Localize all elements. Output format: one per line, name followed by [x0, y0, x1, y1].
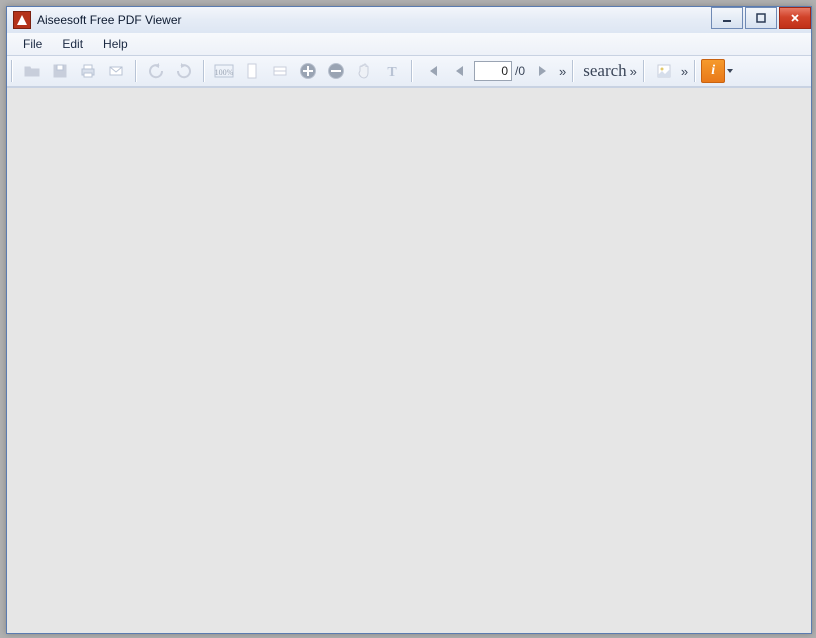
save-button[interactable]: [47, 58, 73, 84]
document-viewport: [7, 87, 811, 633]
window-controls: [709, 7, 811, 27]
window-title: Aiseesoft Free PDF Viewer: [37, 13, 182, 27]
minus-circle-icon: [326, 61, 346, 81]
actual-size-button[interactable]: 100%: [211, 58, 237, 84]
hand-icon: [355, 62, 373, 80]
search-overflow[interactable]: »: [627, 64, 638, 79]
rotate-left-icon: [147, 62, 165, 80]
page-total-label: /0: [512, 64, 528, 78]
separator: [694, 60, 696, 82]
zoom-out-button[interactable]: [323, 58, 349, 84]
separator: [643, 60, 645, 82]
separator: [203, 60, 205, 82]
info-icon: i: [711, 63, 715, 79]
svg-text:T: T: [387, 65, 397, 80]
toolbar-grip: [11, 60, 13, 82]
titlebar: Aiseesoft Free PDF Viewer: [7, 7, 811, 33]
arrow-right-icon: [533, 62, 551, 80]
separator: [572, 60, 574, 82]
floppy-icon: [51, 62, 69, 80]
arrow-left-icon: [451, 62, 469, 80]
menu-edit[interactable]: Edit: [52, 34, 93, 54]
group-file: [15, 58, 133, 84]
nav-overflow[interactable]: »: [556, 64, 567, 79]
menu-file[interactable]: File: [13, 34, 52, 54]
group-about: i: [698, 59, 738, 83]
snapshot-overflow[interactable]: »: [678, 64, 689, 79]
search-label[interactable]: search: [579, 61, 626, 81]
group-search: search »: [576, 61, 641, 81]
fit-page-button[interactable]: [239, 58, 265, 84]
group-rotate: [139, 58, 201, 84]
fit-width-icon: [271, 62, 289, 80]
menu-help[interactable]: Help: [93, 34, 138, 54]
close-button[interactable]: [779, 7, 811, 29]
print-button[interactable]: [75, 58, 101, 84]
group-zoom: 100%: [207, 58, 409, 84]
separator: [135, 60, 137, 82]
snapshot-button[interactable]: [651, 58, 677, 84]
envelope-icon: [107, 62, 125, 80]
select-text-button[interactable]: T: [379, 58, 405, 84]
plus-circle-icon: [298, 61, 318, 81]
printer-icon: [79, 62, 97, 80]
rotate-right-icon: [175, 62, 193, 80]
app-icon: [13, 11, 31, 29]
page-number-input[interactable]: [474, 61, 512, 81]
fit-width-button[interactable]: [267, 58, 293, 84]
open-button[interactable]: [19, 58, 45, 84]
rotate-left-button[interactable]: [143, 58, 169, 84]
folder-open-icon: [23, 62, 41, 80]
first-page-button[interactable]: [419, 58, 445, 84]
fit-page-icon: [243, 62, 261, 80]
mail-button[interactable]: [103, 58, 129, 84]
first-page-icon: [423, 62, 441, 80]
menubar: File Edit Help: [7, 33, 811, 56]
zoom-in-button[interactable]: [295, 58, 321, 84]
hand-tool-button[interactable]: [351, 58, 377, 84]
svg-text:100%: 100%: [215, 68, 234, 77]
about-button[interactable]: i: [701, 59, 725, 83]
rotate-right-button[interactable]: [171, 58, 197, 84]
separator: [411, 60, 413, 82]
text-select-icon: T: [383, 62, 401, 80]
snapshot-icon: [655, 62, 673, 80]
about-dropdown[interactable]: [725, 67, 735, 75]
next-page-button[interactable]: [529, 58, 555, 84]
maximize-button[interactable]: [745, 7, 777, 29]
app-window: Aiseesoft Free PDF Viewer File Edit Help: [6, 6, 812, 634]
toolbar: 100%: [7, 56, 811, 87]
hundred-percent-icon: 100%: [214, 62, 234, 80]
group-navigation: /0 »: [415, 58, 570, 84]
group-snapshot: »: [647, 58, 692, 84]
prev-page-button[interactable]: [447, 58, 473, 84]
minimize-button[interactable]: [711, 7, 743, 29]
